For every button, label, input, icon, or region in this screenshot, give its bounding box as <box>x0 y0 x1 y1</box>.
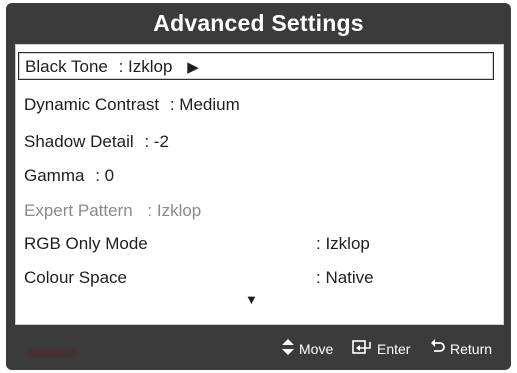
menu-item-value: : 0 <box>95 166 115 185</box>
menu-item-black-tone[interactable]: Black Tone : Izklop ▶ <box>18 52 494 80</box>
red-button-mark <box>28 348 76 358</box>
move-label: Move <box>299 341 334 357</box>
enter-hint: Enter <box>352 339 410 359</box>
menu-item-value: : Izklop <box>147 201 202 220</box>
menu-item-value: : -2 <box>144 132 169 151</box>
updown-arrow-icon <box>282 339 294 359</box>
settings-menu: Black Tone : Izklop ▶ Dynamic Contrast :… <box>15 44 504 325</box>
enter-label: Enter <box>377 341 411 357</box>
menu-item-value: : Medium <box>169 95 240 114</box>
menu-item-label: Gamma <box>24 166 85 185</box>
menu-item-gamma[interactable]: Gamma : 0 <box>24 162 114 190</box>
menu-item-label: Expert Pattern <box>24 201 133 220</box>
advanced-settings-panel: Advanced Settings Black Tone : Izklop ▶ … <box>6 3 511 370</box>
menu-item-label: Shadow Detail <box>24 132 134 151</box>
return-label: Return <box>450 341 493 357</box>
menu-item-label: Dynamic Contrast <box>24 95 160 114</box>
menu-item-label: Colour Space <box>24 268 128 287</box>
menu-item-rgb-only-mode[interactable]: RGB Only Mode : Izklop <box>24 230 494 258</box>
menu-item-expert-pattern: Expert Pattern : Izklop <box>24 197 201 225</box>
menu-item-value: : Izklop <box>118 57 173 76</box>
scroll-down-icon[interactable]: ▼ <box>245 290 258 310</box>
return-hint: Return <box>431 339 492 359</box>
menu-item-value: : Native <box>316 268 374 287</box>
submenu-arrow-icon: ▶ <box>187 59 199 76</box>
menu-item-dynamic-contrast[interactable]: Dynamic Contrast : Medium <box>24 91 240 119</box>
window-title: Advanced Settings <box>153 10 364 36</box>
menu-item-label: Black Tone <box>25 57 108 76</box>
menu-item-label: RGB Only Mode <box>24 234 148 253</box>
footer-hints: Move Enter Return <box>6 326 511 370</box>
return-icon <box>431 339 445 359</box>
enter-icon <box>352 339 372 359</box>
menu-item-value: : Izklop <box>316 234 370 253</box>
move-hint: Move <box>282 339 333 359</box>
menu-item-colour-space[interactable]: Colour Space : Native <box>24 264 494 292</box>
menu-item-shadow-detail[interactable]: Shadow Detail : -2 <box>24 128 169 156</box>
